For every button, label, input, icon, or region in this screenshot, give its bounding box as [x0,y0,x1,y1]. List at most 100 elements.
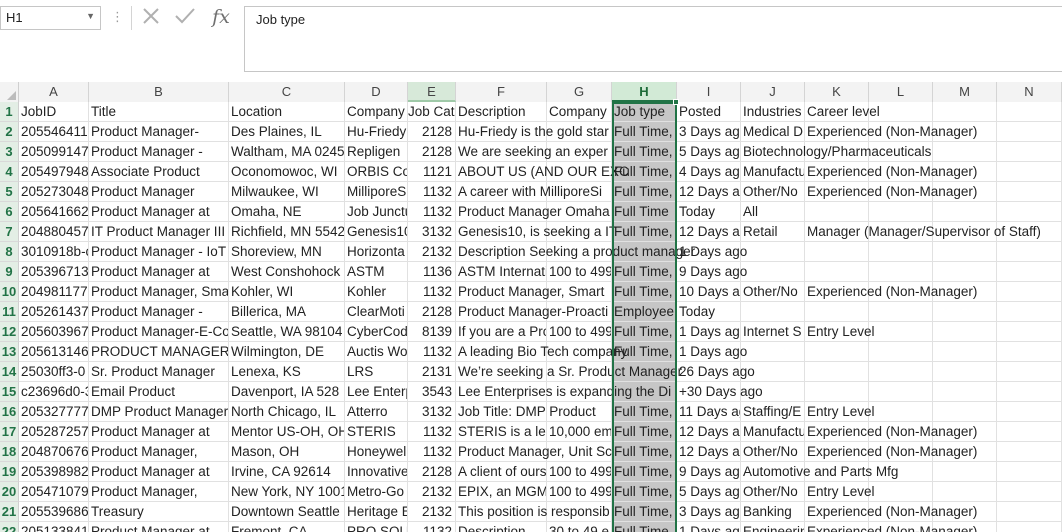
cell-e3[interactable]: 2128 [408,142,456,162]
cell-c3[interactable]: Waltham, MA 0245 [229,142,345,162]
cell-j18[interactable]: Other/No [741,442,805,462]
cell-f8[interactable]: Description Seeking a product manager [456,242,695,262]
cell-g9[interactable]: 100 to 499 [547,262,612,282]
cell-c19[interactable]: Irvine, CA 92614 [229,462,345,482]
row-header[interactable]: 19 [0,462,19,482]
cell-k9[interactable] [805,262,869,282]
drag-handle-icon[interactable]: ⋮ [111,9,124,25]
cell-n17[interactable] [997,422,1062,442]
cell-n14[interactable] [997,362,1062,382]
cell-d6[interactable]: Job Junctu [345,202,408,222]
cell-h3[interactable]: Full Time, [612,142,677,162]
cell-a3[interactable]: 205099147 [19,142,89,162]
cell-b9[interactable]: Product Manager at [89,262,229,282]
cell-a18[interactable]: 204870676 [19,442,89,462]
cell-d22[interactable]: PRO SOUR [345,522,408,532]
cell-j3[interactable]: Biotechnology/Pharmaceuticals [741,142,931,162]
row-header[interactable]: 7 [0,222,19,242]
cell-k16[interactable]: Entry Level [805,402,875,422]
cell-n3[interactable] [997,142,1062,162]
cell-d3[interactable]: Repligen [345,142,408,162]
cell-c13[interactable]: Wilmington, DE [229,342,345,362]
cell-n19[interactable] [997,462,1062,482]
cell-i5[interactable]: 12 Days ag [677,182,741,202]
cell-n6[interactable] [997,202,1062,222]
cell-i22[interactable]: 1 Days ago [677,522,741,532]
cell-l6[interactable] [869,202,933,222]
cell-m13[interactable] [933,342,997,362]
cell-e14[interactable]: 2131 [408,362,456,382]
row-header[interactable]: 10 [0,282,19,302]
cell-i21[interactable]: 3 Days ago [677,502,741,522]
cell-a21[interactable]: 205539686 [19,502,89,522]
cell-i10[interactable]: 10 Days ag [677,282,741,302]
cell-b13[interactable]: PRODUCT MANAGER [89,342,229,362]
cell-n21[interactable] [997,502,1062,522]
cell-l11[interactable] [869,302,933,322]
cell-l13[interactable] [869,342,933,362]
cell-a8[interactable]: 3010918b-c [19,242,89,262]
cell-j12[interactable]: Internet S [741,322,805,342]
cell-a13[interactable]: 205613146 [19,342,89,362]
cell-a11[interactable]: 205261437 [19,302,89,322]
cell-k15[interactable] [805,382,869,402]
cell-e16[interactable]: 3132 [408,402,456,422]
cell-f21[interactable]: This position is responsib [456,502,610,522]
cell-b10[interactable]: Product Manager, Sma [89,282,229,302]
cell-b16[interactable]: DMP Product Manager [89,402,229,422]
row-header[interactable]: 6 [0,202,19,222]
cell-k17[interactable]: Experienced (Non-Manager) [805,422,977,442]
cell-d13[interactable]: Auctis Wo [345,342,408,362]
cell-j21[interactable]: Banking [741,502,805,522]
cell-i15[interactable]: +30 Days ago [677,382,763,402]
cell-k1[interactable]: Career level [805,102,880,122]
cell-d18[interactable]: Honeywel [345,442,408,462]
column-header-f[interactable]: F [456,82,547,102]
column-header-n[interactable]: N [997,82,1062,102]
cell-h7[interactable]: Full Time, [612,222,677,242]
cell-j11[interactable] [741,302,805,322]
cell-m9[interactable] [933,262,997,282]
cell-i17[interactable]: 12 Days ag [677,422,741,442]
cell-i9[interactable]: 9 Days ago [677,262,747,282]
cell-d17[interactable]: STERIS [345,422,408,442]
cell-a4[interactable]: 205497948 [19,162,89,182]
cell-i8[interactable]: 1 Days ago [677,242,747,262]
cell-k12[interactable]: Entry Level [805,322,875,342]
column-header-b[interactable]: B [89,82,229,102]
cell-l8[interactable] [869,242,933,262]
cell-k8[interactable] [805,242,869,262]
cell-c11[interactable]: Billerica, MA [229,302,345,322]
cell-h9[interactable]: Full Time, [612,262,677,282]
cell-k7[interactable]: Manager (Manager/Supervisor of Staff) [805,222,1041,242]
cell-h1[interactable]: Job type [612,102,677,122]
cell-b20[interactable]: Product Manager, [89,482,229,502]
row-header[interactable]: 13 [0,342,19,362]
row-header[interactable]: 12 [0,322,19,342]
cell-j16[interactable]: Staffing/E [741,402,805,422]
row-header[interactable]: 11 [0,302,19,322]
cell-i19[interactable]: 9 Days ago [677,462,741,482]
cell-d9[interactable]: ASTM [345,262,408,282]
cell-n20[interactable] [997,482,1062,502]
cell-a1[interactable]: JobID [19,102,89,122]
cell-a5[interactable]: 205273048 [19,182,89,202]
cell-d20[interactable]: Metro-Go [345,482,408,502]
cell-f15[interactable]: Lee Enterprises is expanding the Di [456,382,671,402]
cell-a15[interactable]: c23696d0-3 [19,382,89,402]
cell-a19[interactable]: 205398982 [19,462,89,482]
cell-b7[interactable]: IT Product Manager III [89,222,229,242]
cell-h10[interactable]: Full Time, [612,282,677,302]
cell-h2[interactable]: Full Time, [612,122,677,142]
cell-a7[interactable]: 204880457 [19,222,89,242]
cell-b3[interactable]: Product Manager - [89,142,229,162]
cell-g1[interactable]: Company [547,102,612,122]
cell-d19[interactable]: Innovative [345,462,408,482]
cell-e18[interactable]: 1132 [408,442,456,462]
cell-c5[interactable]: Milwaukee, WI [229,182,345,202]
row-header[interactable]: 22 [0,522,19,532]
cell-k18[interactable]: Experienced (Non-Manager) [805,442,977,462]
cell-n11[interactable] [997,302,1062,322]
cell-h22[interactable]: Full Time, [612,522,677,532]
cell-b2[interactable]: Product Manager- [89,122,229,142]
